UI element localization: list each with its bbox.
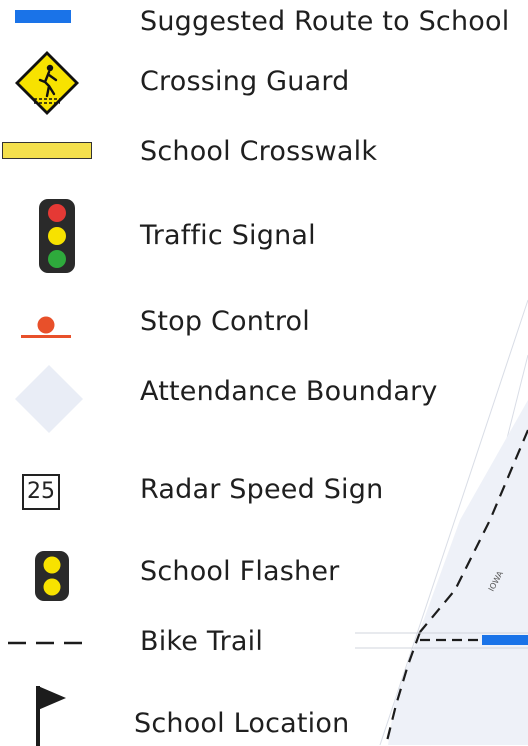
legend-label: Radar Speed Sign [140,474,384,505]
pedestrian-crossing-sign-icon [15,51,79,115]
boundary-diamond-icon [15,365,83,433]
speed-sign-icon: 25 [22,474,60,510]
legend-label: School Location [134,708,350,739]
flag-icon [36,686,66,746]
map-legend: Suggested Route to School Crossing Guard… [0,0,528,746]
school-flasher-icon [35,551,69,601]
legend-label: Suggested Route to School [140,6,510,37]
legend-label: Bike Trail [140,626,264,657]
stop-control-icon [21,316,71,338]
dashed-line-icon [8,641,92,645]
legend-label: School Crosswalk [140,136,378,167]
legend-label: Stop Control [140,306,310,337]
legend-label: Crossing Guard [140,66,350,97]
legend-label: Traffic Signal [140,220,316,251]
traffic-light-icon [39,199,75,273]
legend-label: Attendance Boundary [140,376,438,407]
crosswalk-bar-icon [2,142,92,159]
legend-label: School Flasher [140,556,340,587]
route-bar-icon [15,10,71,23]
